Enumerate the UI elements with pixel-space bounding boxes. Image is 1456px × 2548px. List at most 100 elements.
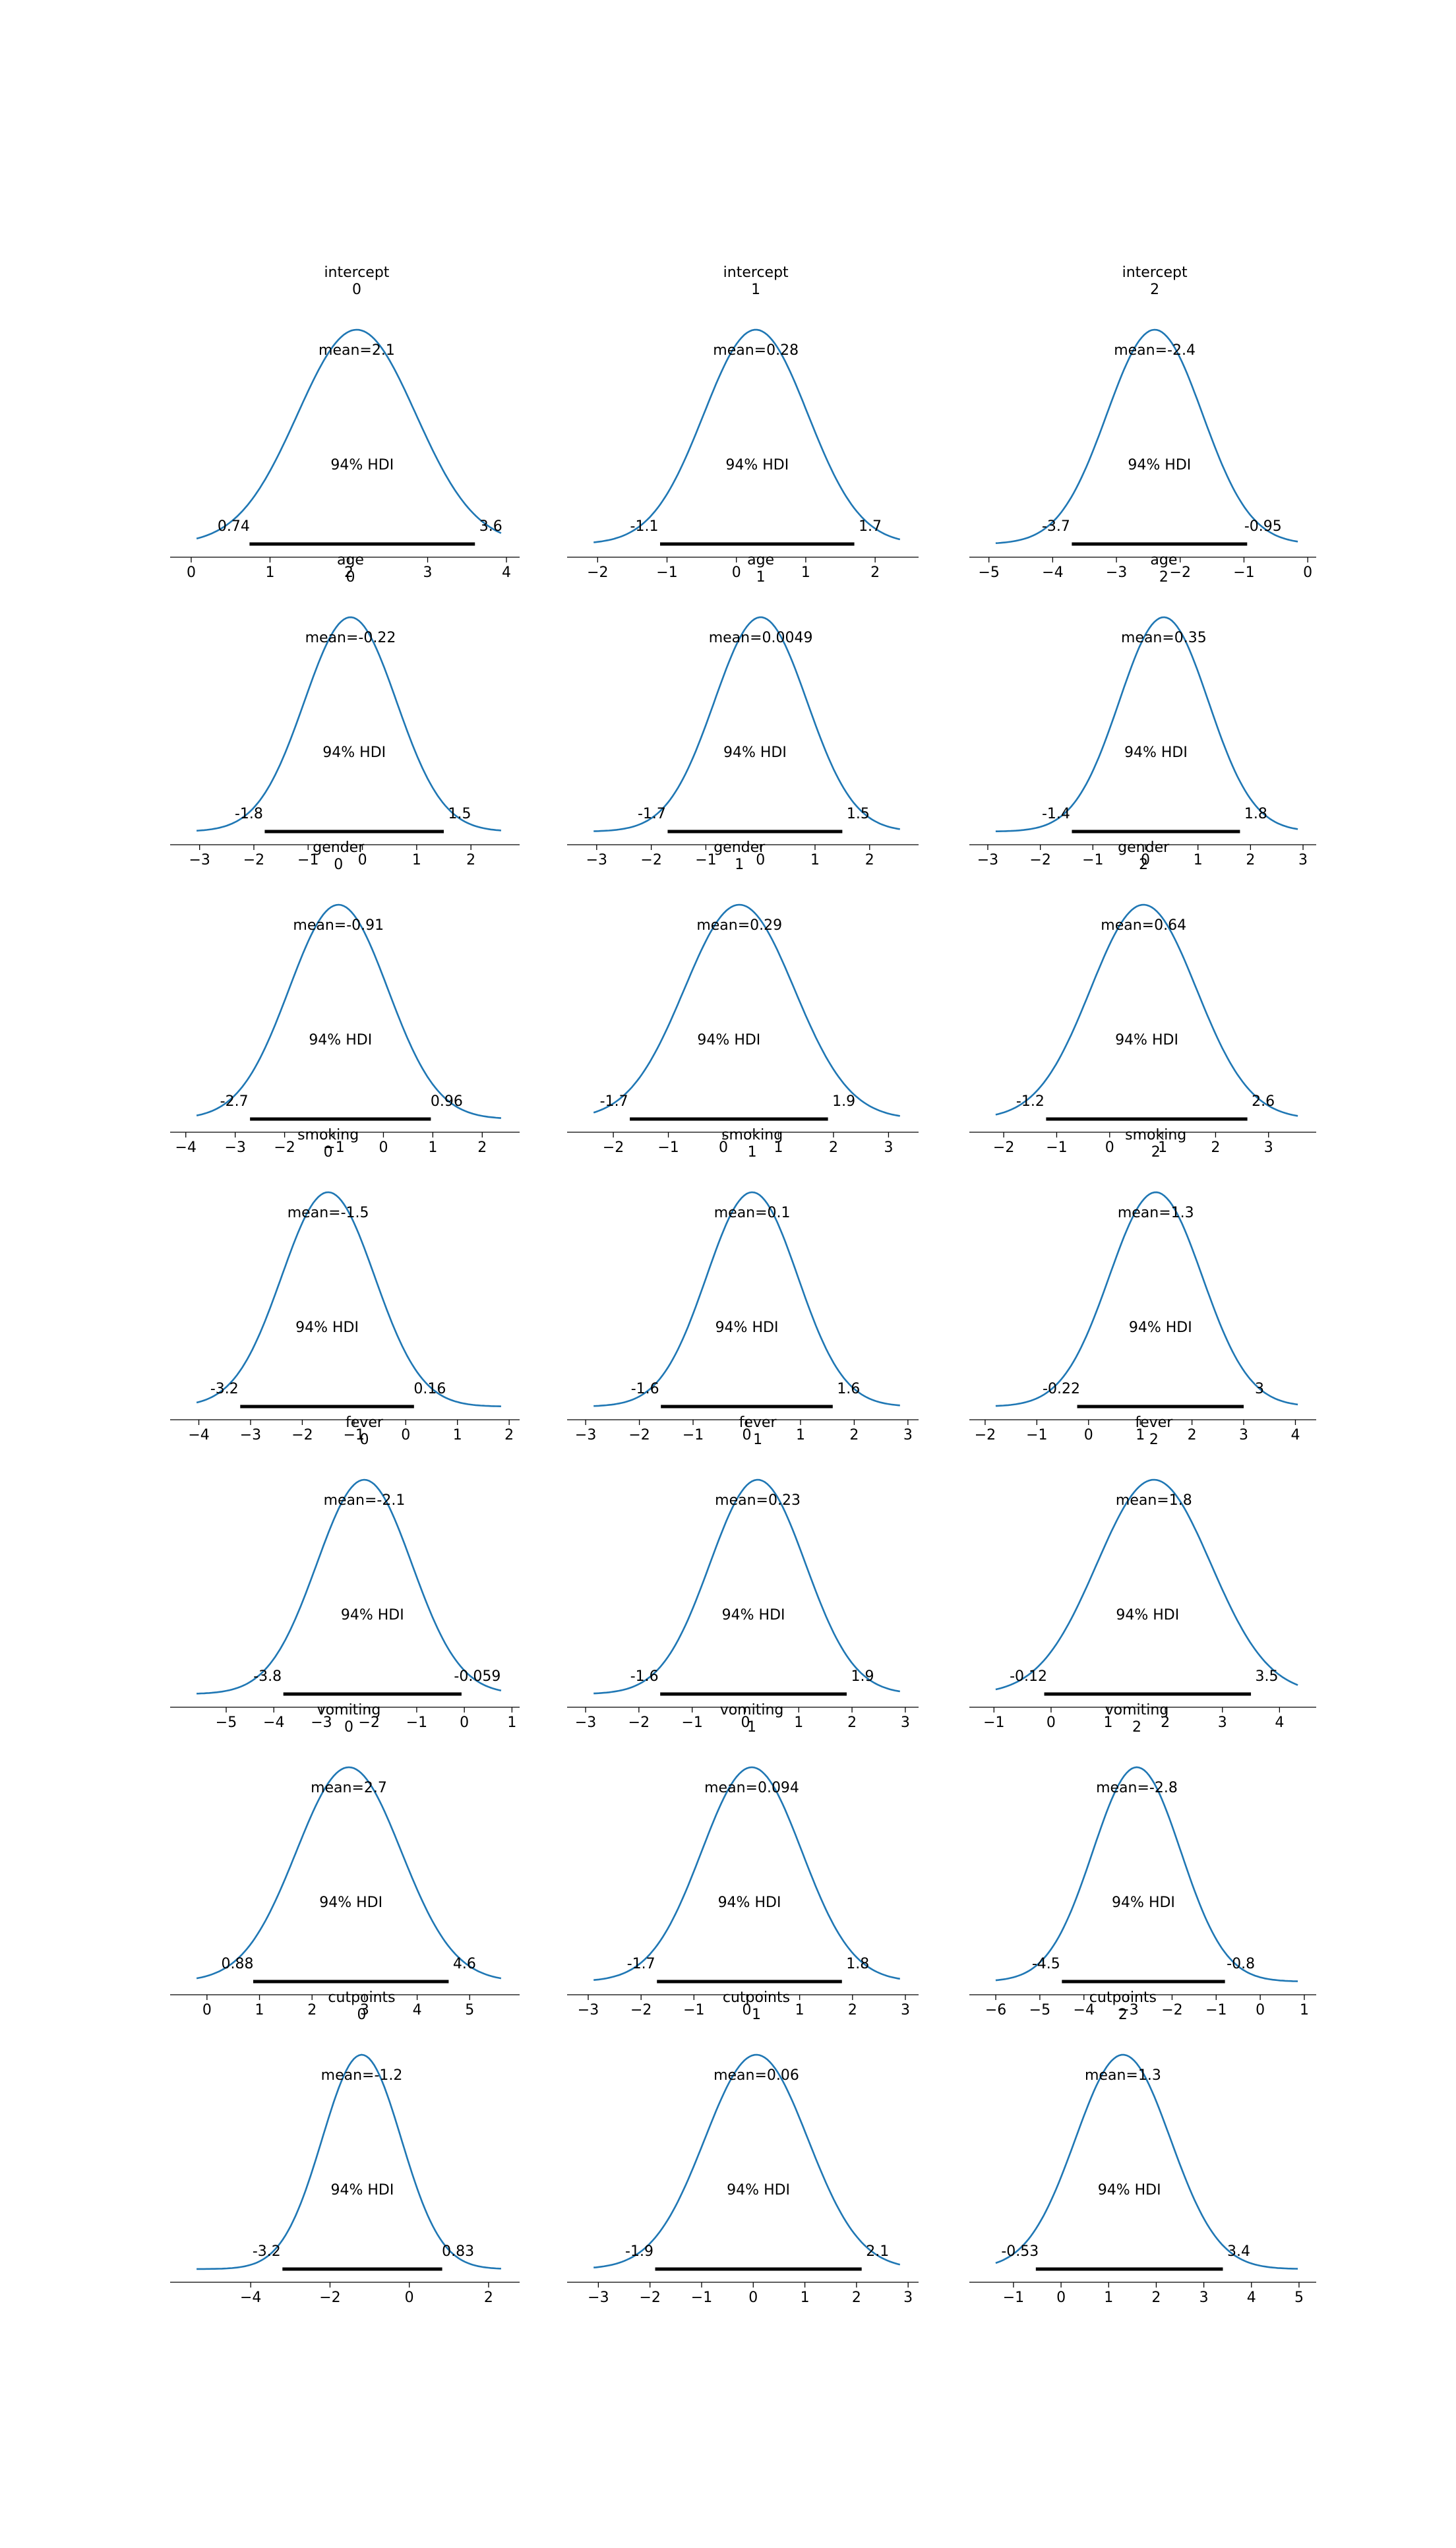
x-tick-label: 3 xyxy=(1264,1139,1273,1156)
x-tick-label: 3 xyxy=(901,2002,910,2018)
panel-index: 0 xyxy=(344,1719,353,1736)
x-tick-label: −1 xyxy=(691,2290,712,2306)
x-tick-label: 0 xyxy=(405,2290,414,2306)
density-curve xyxy=(593,328,901,543)
hdi-lower-label: -1.6 xyxy=(631,1381,659,1397)
plot-panel-age-1: age1mean=0.004994% HDI-1.7 1.5−3 −2 −1 0 1 2 xyxy=(567,552,919,868)
hdi-upper-label: 1.6 xyxy=(837,1381,860,1397)
mean-label: mean=-1.2 xyxy=(321,2067,403,2084)
hdi-upper-label: 0.96 xyxy=(431,1093,463,1110)
hdi-label: 94% HDI xyxy=(725,457,789,473)
x-tick-label: 3 xyxy=(1239,1427,1248,1443)
x-tick-label: 3 xyxy=(903,2290,913,2306)
mean-label: mean=0.094 xyxy=(704,1780,799,1796)
panel-title: smoking xyxy=(1125,1127,1186,1143)
x-tick-label: 2 xyxy=(848,2002,857,2018)
hdi-upper-label: 2.1 xyxy=(866,2243,889,2260)
plot-panel-gender-2: gender2mean=0.6494% HDI-1.2 2.6−2 −1 0 1 2 3 xyxy=(969,839,1316,1156)
x-tick-label: 2 xyxy=(1246,852,1255,868)
x-tick-label: 1 xyxy=(794,1714,803,1731)
panel-index: 2 xyxy=(1132,1719,1141,1736)
x-tick-label: −3 xyxy=(578,2002,599,2018)
x-tick-label: −1 xyxy=(682,1427,704,1443)
mean-label: mean=-0.22 xyxy=(305,630,396,646)
mean-label: mean=0.29 xyxy=(696,917,782,934)
panel-index: 1 xyxy=(747,1719,756,1736)
x-tick-label: 3 xyxy=(903,1427,913,1443)
density-curve xyxy=(593,1478,901,1695)
x-tick-label: −1 xyxy=(1082,852,1103,868)
density-curve xyxy=(196,616,502,832)
plot-panel-fever-0: fever0mean=-2.194% HDI-3.8 -0.059−5 −4 −3 −2… xyxy=(170,1414,520,1731)
x-tick-label: 1 xyxy=(412,852,421,868)
hdi-label: 94% HDI xyxy=(697,1032,760,1048)
x-tick-label: −3 xyxy=(586,852,607,868)
hdi-label: 94% HDI xyxy=(295,1320,359,1336)
hdi-upper-label: 3.4 xyxy=(1227,2243,1250,2260)
hdi-label: 94% HDI xyxy=(727,2182,790,2199)
x-tick-label: −3 xyxy=(575,1427,596,1443)
x-tick-label: 1 xyxy=(1104,2290,1113,2306)
x-tick-label: 4 xyxy=(1275,1714,1284,1731)
x-tick-label: 1 xyxy=(453,1427,462,1443)
panel-title: cutpoints xyxy=(723,1989,790,2006)
x-tick-label: 2 xyxy=(829,1139,838,1156)
plot-panel-vomiting-1: vomiting1mean=0.09494% HDI-1.7 1.8−3 −2 −1 0… xyxy=(567,1702,919,2018)
x-tick-label: 0 xyxy=(1256,2002,1265,2018)
density-curve xyxy=(196,1191,501,1407)
hdi-label: 94% HDI xyxy=(722,1607,785,1623)
x-tick-label: −1 xyxy=(1233,564,1254,581)
x-tick-label: 2 xyxy=(849,1427,859,1443)
hdi-upper-label: 1.9 xyxy=(832,1093,855,1110)
panel-title: age xyxy=(1150,552,1177,568)
panel-title: intercept xyxy=(723,264,789,281)
plot-panel-vomiting-0: vomiting0mean=2.794% HDI0.88 4.60 1 2 3 4 5 xyxy=(170,1702,520,2018)
x-tick-label: 2 xyxy=(484,2290,493,2306)
x-tick-label: −2 xyxy=(1029,852,1050,868)
hdi-label: 94% HDI xyxy=(723,744,787,761)
x-tick-label: 0 xyxy=(1056,2290,1066,2306)
plot-panel-smoking-1: smoking1mean=0.194% HDI-1.6 1.6−3 −2 −1 0 1 2 3 xyxy=(567,1127,919,1443)
mean-label: mean=-1.5 xyxy=(288,1205,369,1221)
posterior-figure: intercept0mean=2.194% HDI0.74 3.60 1 2 3 4int… xyxy=(170,264,1316,2306)
x-tick-label: 1 xyxy=(1194,852,1203,868)
hdi-lower-label: -3.7 xyxy=(1042,518,1070,535)
hdi-lower-label: 0.88 xyxy=(221,1956,253,1972)
hdi-lower-label: -1.9 xyxy=(625,2243,653,2260)
x-tick-label: 1 xyxy=(795,2002,804,2018)
hdi-label: 94% HDI xyxy=(1098,2182,1161,2199)
x-tick-label: −1 xyxy=(983,1714,1004,1731)
x-tick-label: −2 xyxy=(587,564,608,581)
hdi-upper-label: -0.8 xyxy=(1227,1956,1255,1972)
x-tick-label: 1 xyxy=(265,564,274,581)
panel-index: 2 xyxy=(1151,1144,1161,1161)
density-curve xyxy=(995,2053,1298,2270)
mean-label: mean=0.64 xyxy=(1101,917,1186,934)
panel-index: 1 xyxy=(751,282,760,298)
hdi-label: 94% HDI xyxy=(1124,744,1188,761)
hdi-lower-label: -1.6 xyxy=(630,1668,659,1685)
hdi-label: 94% HDI xyxy=(319,1895,382,1911)
mean-label: mean=-2.4 xyxy=(1114,342,1196,359)
hdi-label: 94% HDI xyxy=(330,457,394,473)
hdi-upper-label: 3.5 xyxy=(1256,1668,1279,1685)
x-tick-label: −3 xyxy=(575,1714,596,1731)
x-tick-label: 0 xyxy=(1303,564,1312,581)
x-tick-label: 0 xyxy=(732,564,741,581)
x-tick-label: 4 xyxy=(413,2002,422,2018)
x-tick-label: −2 xyxy=(628,1714,650,1731)
hdi-upper-label: 0.83 xyxy=(442,2243,474,2260)
hdi-upper-label: 1.8 xyxy=(1244,806,1267,822)
x-tick-label: 4 xyxy=(1290,1427,1300,1443)
x-tick-label: −3 xyxy=(977,852,998,868)
x-tick-label: 0 xyxy=(187,564,196,581)
x-tick-label: −2 xyxy=(291,1427,313,1443)
panel-title: intercept xyxy=(1122,264,1188,281)
hdi-lower-label: -0.53 xyxy=(1001,2243,1039,2260)
x-tick-label: −1 xyxy=(1205,2002,1227,2018)
x-tick-label: −1 xyxy=(681,1714,702,1731)
hdi-label: 94% HDI xyxy=(715,1320,779,1336)
hdi-lower-label: 0.74 xyxy=(218,518,250,535)
plot-panel-age-0: age0mean=-0.2294% HDI-1.8 1.5−3 −2 −1 0 1 2 xyxy=(170,552,520,868)
x-tick-label: −5 xyxy=(978,564,999,581)
